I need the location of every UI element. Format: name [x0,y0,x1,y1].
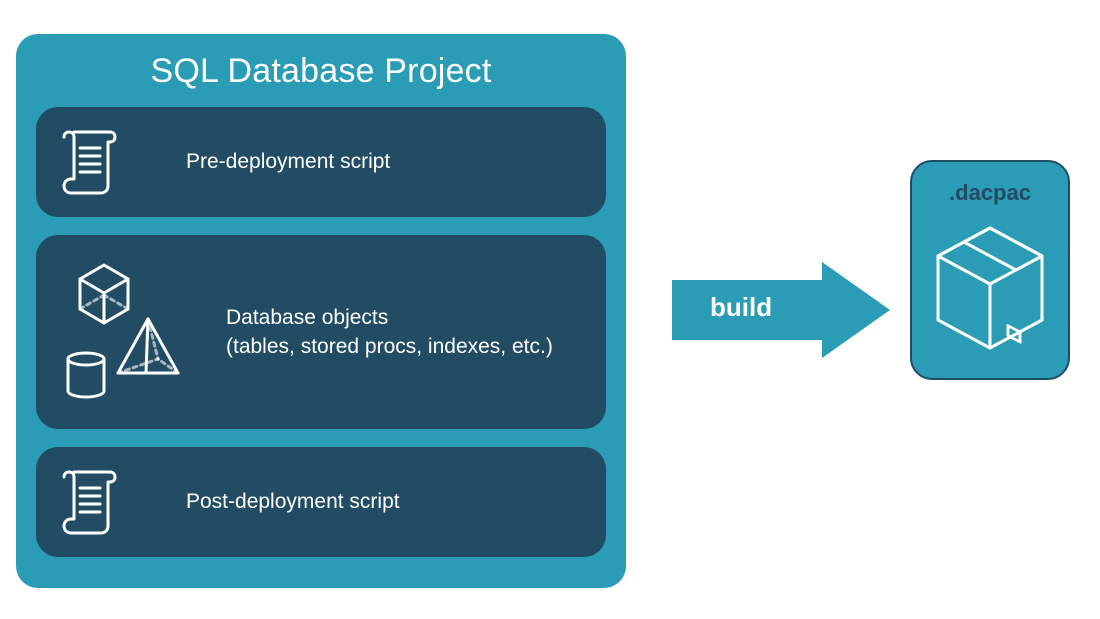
dacpac-label: .dacpac [949,180,1031,206]
project-title: SQL Database Project [36,52,606,91]
database-objects-row: Database objects (tables, stored procs, … [36,235,606,429]
build-arrow-label: build [710,292,772,323]
pre-deployment-row: Pre-deployment script [36,107,606,217]
database-objects-label: Database objects (tables, stored procs, … [226,303,553,362]
build-arrow: build [672,262,890,358]
pre-deployment-label: Pre-deployment script [186,147,390,176]
package-box-icon [930,220,1050,360]
database-objects-icon [36,257,226,407]
dacpac-output: .dacpac [910,160,1070,380]
database-objects-line1: Database objects [226,306,388,329]
script-icon [36,126,186,198]
post-deployment-label: Post-deployment script [186,487,400,516]
database-objects-line2: (tables, stored procs, indexes, etc.) [226,335,553,358]
post-deployment-row: Post-deployment script [36,447,606,557]
sql-project-container: SQL Database Project Pre-deployment scri… [16,34,626,588]
script-icon [36,466,186,538]
diagram-canvas: SQL Database Project Pre-deployment scri… [0,0,1100,619]
